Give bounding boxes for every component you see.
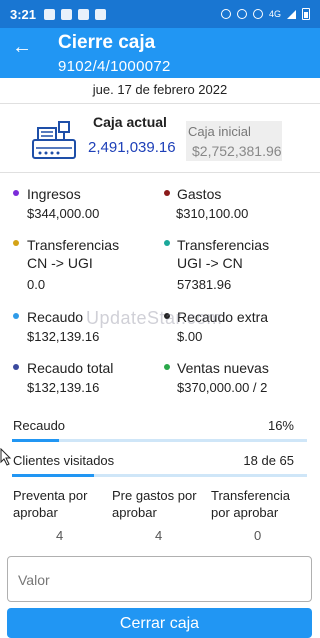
ingresos-label: Ingresos: [27, 186, 81, 202]
status-bar: 3:21 4G: [0, 0, 320, 28]
ventas-nuevas-value: $370,000.00 / 2: [177, 380, 268, 395]
ingresos-value: $344,000.00: [27, 206, 100, 221]
network-type: 4G: [268, 9, 281, 19]
transfer-cn-ugi-value: 0.0: [27, 277, 46, 292]
gastos-dot: [164, 190, 170, 196]
back-arrow-icon[interactable]: ←: [12, 36, 32, 59]
clientes-progress-value: 18 de 65: [243, 453, 294, 468]
transfer-ugi-cn-value: 57381.96: [177, 277, 232, 292]
cash-register-icon: [32, 121, 76, 159]
recaudo-value: $132,139.16: [27, 329, 100, 344]
divider: [0, 103, 320, 104]
notification-icon: [44, 8, 56, 20]
divider: [0, 172, 320, 173]
recaudo-total-dot: [13, 364, 19, 370]
transfer-ugi-cn-dot: [164, 240, 170, 246]
recaudo-dot: [13, 313, 19, 319]
gastos-label: Gastos: [177, 186, 222, 202]
notification-icons: [44, 8, 107, 20]
recaudo-progress-label: Recaudo: [13, 418, 66, 433]
clientes-progress-bar: [12, 474, 307, 477]
transfer-cn-ugi-dot: [13, 240, 19, 246]
transfer-ugi-cn-label: Transferencias UGI -> CN: [177, 237, 270, 271]
caja-actual-label: Caja actual: [93, 114, 167, 130]
page-title: Cierre caja: [58, 32, 156, 53]
watermark: UpdateStar.com: [86, 308, 223, 328]
clientes-progress-fill: [12, 474, 94, 477]
clientes-progress-label: Clientes visitados: [13, 453, 115, 468]
preventa-por-aprobar-count: 4: [56, 528, 64, 543]
system-icons: 4G: [220, 8, 310, 20]
transferencia-por-aprobar-count: 0: [254, 528, 262, 543]
gastos-value: $310,100.00: [176, 206, 249, 221]
recaudo-total-value: $132,139.16: [27, 380, 100, 395]
recaudo-label: Recaudo: [27, 309, 84, 325]
notification-icon: [61, 8, 73, 20]
recaudo-progress-fill: [12, 439, 60, 442]
preventa-por-aprobar-label: Preventa por aprobar: [13, 488, 88, 520]
valor-field[interactable]: [7, 556, 312, 602]
app-bar: ← Cierre caja 9102/4/1000072: [0, 28, 320, 78]
ventas-nuevas-dot: [164, 364, 170, 370]
caja-inicial-value: $2,752,381.96: [192, 143, 282, 159]
battery-icon: [302, 8, 310, 20]
notification-icon: [78, 8, 90, 20]
status-time: 3:21: [10, 6, 37, 22]
transfer-cn-ugi-label: Transferencias CN -> UGI: [27, 237, 120, 271]
caja-actual-value: 2,491,039.16: [88, 139, 176, 156]
recaudo-total-label: Recaudo total: [27, 360, 114, 376]
recaudo-progress-value: 16%: [267, 418, 294, 433]
ventas-nuevas-label: Ventas nuevas: [177, 360, 269, 376]
alarm-icon: [220, 9, 231, 19]
mouse-cursor-icon: [0, 448, 12, 466]
signal-icon: [287, 9, 296, 19]
caja-inicial-label: Caja inicial: [188, 124, 251, 139]
ingresos-dot: [13, 190, 19, 196]
recaudo-extra-value: $.00: [177, 329, 203, 344]
date-label: jue. 17 de febrero 2022: [92, 82, 228, 97]
cerrar-caja-button[interactable]: Cerrar caja: [7, 608, 312, 638]
notification-icon: [95, 8, 107, 20]
dnd-icon: [236, 9, 247, 19]
hotspot-icon: [252, 9, 263, 19]
page-subtitle: 9102/4/1000072: [58, 58, 171, 75]
pre-gastos-por-aprobar-label: Pre gastos por aprobar: [112, 488, 197, 520]
valor-input[interactable]: [18, 569, 298, 591]
pre-gastos-por-aprobar-count: 4: [155, 528, 163, 543]
recaudo-progress-bar: [12, 439, 307, 442]
transferencia-por-aprobar-label: Transferencia por aprobar: [211, 488, 290, 520]
